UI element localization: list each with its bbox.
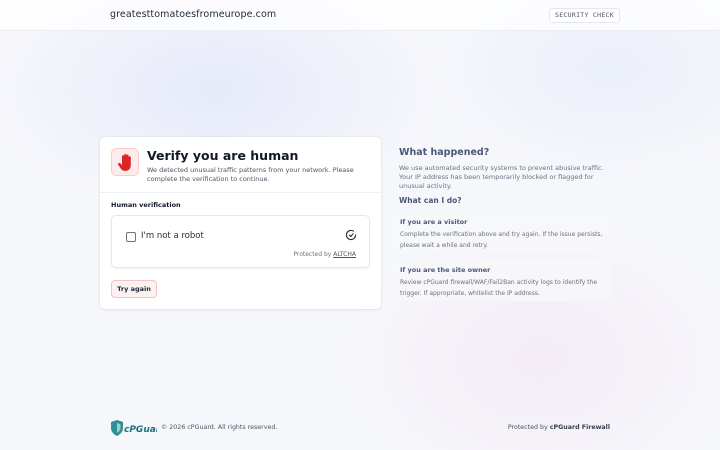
- owner-info-title: If you are the site owner: [400, 266, 491, 274]
- footer-protected-by: Protected by cPGuard Firewall: [507, 424, 610, 431]
- altcha-link[interactable]: ALTCHA: [333, 251, 356, 258]
- captcha-protected-by: Protected by ALTCHA: [293, 251, 356, 258]
- owner-info-text: Review cPGuard firewall/WAF/Fail2Ban act…: [400, 279, 598, 297]
- security-check-badge: SECURITY CHECK: [549, 8, 620, 23]
- owner-info-box: If you are the site owner Review cPGuard…: [394, 260, 611, 301]
- captcha-widget: I'm not a robot Protected by ALTCHA: [111, 215, 370, 268]
- footer-brand: cPGuard Firewall: [549, 424, 610, 431]
- robot-checkbox-label[interactable]: I'm not a robot: [141, 231, 204, 241]
- altcha-logo-icon: [345, 229, 357, 241]
- visitor-info-title: If you are a visitor: [400, 218, 468, 226]
- robot-checkbox[interactable]: [126, 232, 136, 242]
- what-happened-title: What happened?: [399, 147, 490, 158]
- page-title: Verify you are human: [147, 148, 299, 163]
- human-verification-label: Human verification: [111, 201, 181, 209]
- card-description: We detected unusual traffic patterns fro…: [147, 166, 354, 183]
- try-again-button[interactable]: Try again: [111, 280, 157, 298]
- what-happened-description: We use automated security systems to pre…: [399, 164, 604, 190]
- hand-stop-icon: [111, 148, 139, 176]
- footer-copyright: © 2026 cPGuard. All rights reserved.: [161, 424, 278, 431]
- visitor-info-text: Complete the verification above and try …: [400, 231, 603, 249]
- card-header: Verify you are human We detected unusual…: [100, 137, 381, 193]
- top-bar: greatesttomatoesfromeurope.com SECURITY …: [0, 0, 720, 31]
- site-domain: greatesttomatoesfromeurope.com: [110, 9, 277, 20]
- svg-text:cPGuard: cPGuard: [124, 425, 157, 435]
- cpguard-logo-icon: cPGuard: [111, 420, 157, 436]
- what-can-i-do-title: What can I do?: [399, 196, 462, 205]
- visitor-info-box: If you are a visitor Complete the verifi…: [394, 212, 611, 253]
